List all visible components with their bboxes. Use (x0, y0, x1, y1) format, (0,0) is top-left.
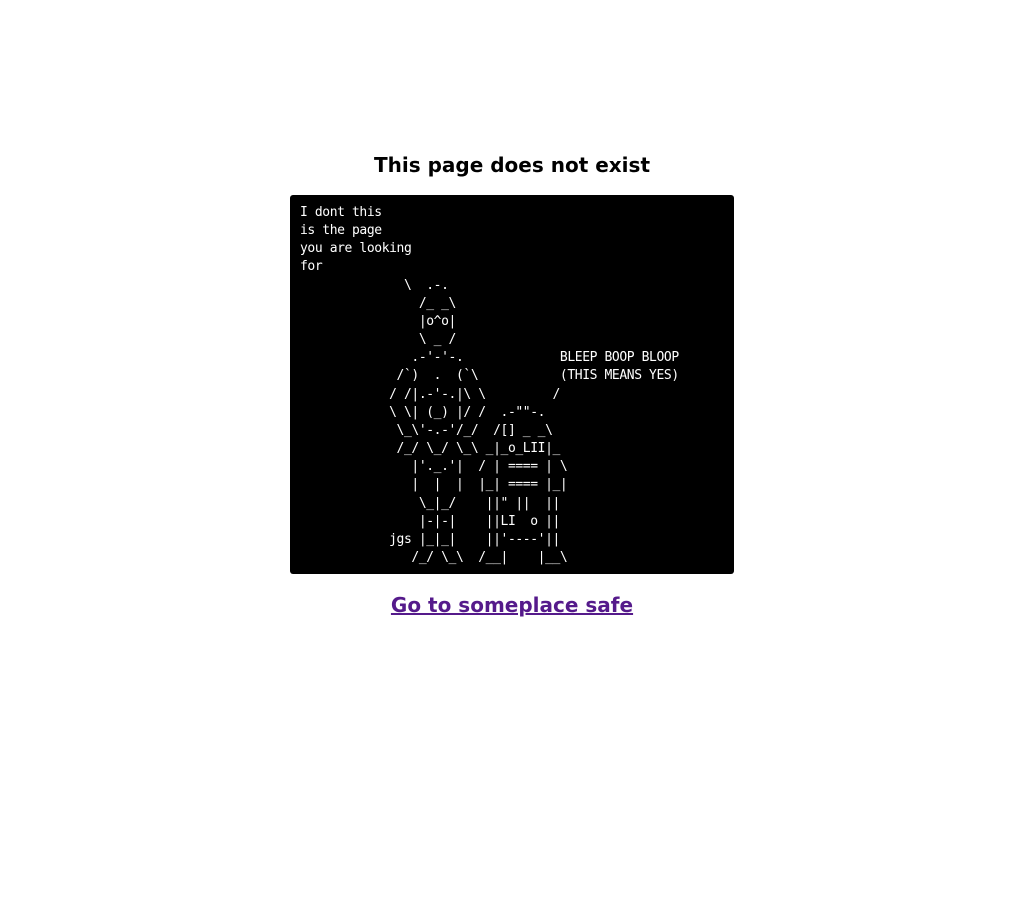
ascii-art-box: I dont this is the page you are looking … (290, 195, 734, 574)
ascii-art: I dont this is the page you are looking … (300, 205, 679, 565)
page-title: This page does not exist (373, 153, 651, 177)
safe-link-container: Go to someplace safe (0, 590, 1024, 622)
go-someplace-safe-link[interactable]: Go to someplace safe (391, 593, 633, 617)
page: This page does not exist I dont this is … (0, 0, 1024, 922)
